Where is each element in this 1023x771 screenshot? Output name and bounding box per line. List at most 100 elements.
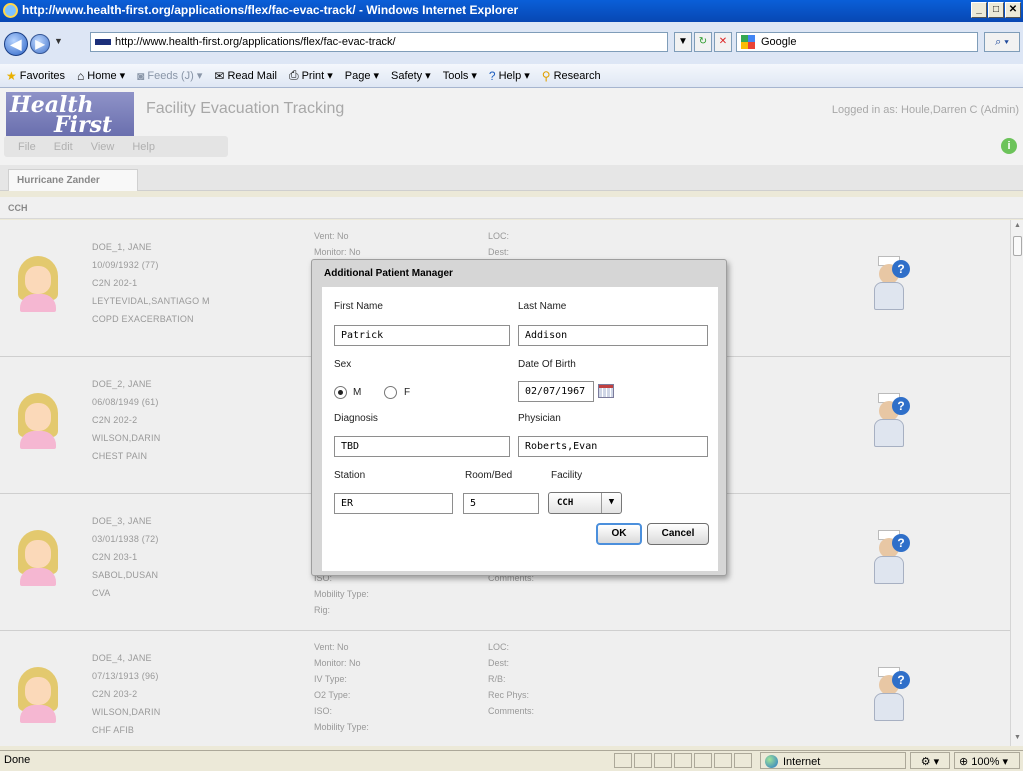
browser-status-bar: Done Internet ⚙ ▾ ⊕ 100% ▾ [0, 750, 1023, 770]
zoom-button[interactable]: ⊕ 100% ▾ [954, 752, 1020, 769]
physician-label: Physician [518, 413, 561, 424]
detail-iso: ISO: [314, 706, 333, 716]
command-bar: ★ Favorites ⌂ Home ▾ ◙ Feeds (J) ▾ ✉ Read Mail… [0, 64, 1023, 88]
patient-physician: LEYTEVIDAL,SANTIAGO M [92, 296, 210, 306]
patient-name: DOE_4, JANE [92, 653, 152, 663]
home-button[interactable]: ⌂ Home ▾ [71, 69, 131, 83]
window-title: http://www.health-first.org/applications… [22, 3, 519, 17]
favorites-button[interactable]: ★ Favorites [0, 69, 71, 83]
status-text: Done [4, 754, 31, 766]
search-button[interactable]: ⌕ ▾ [984, 32, 1020, 52]
diagnosis-field[interactable]: TBD [334, 436, 510, 457]
chevron-down-icon: ▾ [119, 70, 126, 82]
scroll-thumb[interactable] [1013, 236, 1022, 256]
forward-button[interactable]: ▶ [30, 34, 50, 54]
mail-icon: ✉ [214, 68, 225, 83]
patient-room: C2N 202-2 [92, 415, 138, 425]
chevron-down-icon: ▾ [471, 70, 477, 82]
chevron-down-icon: ▾ [327, 70, 333, 82]
chevron-down-icon: ▼ [601, 493, 621, 513]
physician-field[interactable]: Roberts,Evan [518, 436, 708, 457]
first-name-label: First Name [334, 301, 383, 312]
tab-hurricane-zander[interactable]: Hurricane Zander [8, 169, 138, 191]
close-button[interactable]: ✕ [1005, 2, 1021, 18]
patient-name: DOE_1, JANE [92, 242, 152, 252]
patient-destination: LOC: Dest: [488, 228, 509, 260]
sex-female-radio[interactable] [384, 386, 397, 399]
female-patient-icon [16, 667, 60, 723]
patient-diagnosis: CHF AFIB [92, 725, 135, 735]
patient-physician: WILSON,DARIN [92, 433, 161, 443]
help-menu[interactable]: ? Help ▾ [483, 69, 536, 83]
room-bed-field[interactable]: 5 [463, 493, 539, 514]
security-zone[interactable]: Internet [760, 752, 906, 769]
protected-mode-button[interactable]: ⚙ ▾ [910, 752, 950, 769]
globe-icon [765, 755, 778, 768]
feeds-button[interactable]: ◙ Feeds (J) ▾ [131, 69, 208, 83]
assign-nurse-icon[interactable]: ? [870, 667, 914, 723]
assign-nurse-icon[interactable]: ? [870, 256, 914, 312]
dob-field[interactable]: 02/07/1967 [518, 381, 594, 402]
detail-mobility: Mobility Type: [314, 722, 369, 732]
patient-row[interactable]: DOE_4, JANE 07/13/1913 (96) C2N 203-2 WI… [0, 631, 1010, 746]
assign-nurse-icon[interactable]: ? [870, 393, 914, 449]
detail-room-bed: R/B: [488, 674, 506, 684]
print-button[interactable]: ⎙ Print ▾ [283, 68, 339, 83]
minimize-button[interactable]: _ [971, 2, 987, 18]
calendar-icon[interactable] [598, 384, 614, 398]
first-name-field[interactable]: Patrick [334, 325, 510, 346]
dob-label: Date Of Birth [518, 359, 576, 370]
patient-name: DOE_2, JANE [92, 379, 152, 389]
address-dropdown-button[interactable]: ▼ [674, 32, 692, 52]
tools-menu[interactable]: Tools ▾ [437, 69, 483, 83]
patient-diagnosis: CVA [92, 588, 111, 598]
read-mail-button[interactable]: ✉ Read Mail [208, 69, 283, 83]
scroll-up-icon[interactable]: ▲ [1013, 222, 1022, 232]
sex-male-radio[interactable] [334, 386, 347, 399]
patient-info: DOE_4, JANE 07/13/1913 (96) C2N 203-2 WI… [92, 649, 160, 739]
refresh-button[interactable]: ↻ [694, 32, 712, 52]
research-button[interactable]: ⚲ Research [536, 69, 607, 83]
assign-nurse-icon[interactable]: ? [870, 530, 914, 586]
maximize-button[interactable]: □ [988, 2, 1004, 18]
ok-button[interactable]: OK [596, 523, 642, 545]
event-tab-bar: Hurricane Zander [0, 165, 1023, 191]
menu-edit[interactable]: Edit [54, 141, 73, 153]
patient-info: DOE_3, JANE 03/01/1938 (72) C2N 203-1 SA… [92, 512, 159, 602]
room-bed-label: Room/Bed [465, 470, 513, 481]
info-icon[interactable]: i [1001, 138, 1017, 154]
home-icon: ⌂ [77, 68, 85, 83]
search-provider: Google [761, 36, 797, 48]
detail-monitor: Monitor: No [314, 247, 361, 257]
page-menu[interactable]: Page ▾ [339, 69, 385, 83]
back-button[interactable]: ◀ [4, 32, 28, 56]
search-input[interactable]: Google [736, 32, 978, 52]
menu-file[interactable]: File [18, 141, 36, 153]
patient-dob: 03/01/1938 (72) [92, 534, 159, 544]
stop-button[interactable]: ✕ [714, 32, 732, 52]
patient-room: C2N 203-2 [92, 689, 138, 699]
address-input[interactable]: http://www.health-first.org/applications… [90, 32, 668, 52]
patient-diagnosis: CHEST PAIN [92, 451, 148, 461]
facility-label: Facility [551, 470, 583, 481]
history-dropdown-icon[interactable]: ▼ [54, 36, 63, 46]
menu-help[interactable]: Help [132, 141, 155, 153]
status-panes [614, 753, 752, 768]
site-favicon-icon [95, 39, 111, 45]
safety-menu[interactable]: Safety ▾ [385, 69, 437, 83]
help-icon: ? [488, 68, 496, 83]
list-scrollbar[interactable]: ▲ ▼ [1010, 220, 1023, 746]
cancel-button[interactable]: Cancel [647, 523, 709, 545]
facility-select[interactable]: CCH ▼ [548, 492, 622, 514]
menu-view[interactable]: View [91, 141, 115, 153]
detail-dest: Dest: [488, 658, 510, 668]
additional-patient-dialog: Additional Patient Manager First Name La… [311, 259, 727, 576]
detail-rec-phys: Rec Phys: [488, 690, 530, 700]
patient-physician: WILSON,DARIN [92, 707, 161, 717]
station-field[interactable]: ER [334, 493, 453, 514]
diagnosis-label: Diagnosis [334, 413, 378, 424]
facility-value: CCH [557, 498, 574, 508]
address-url: http://www.health-first.org/applications… [115, 36, 396, 48]
scroll-down-icon[interactable]: ▼ [1013, 734, 1022, 744]
last-name-field[interactable]: Addison [518, 325, 708, 346]
